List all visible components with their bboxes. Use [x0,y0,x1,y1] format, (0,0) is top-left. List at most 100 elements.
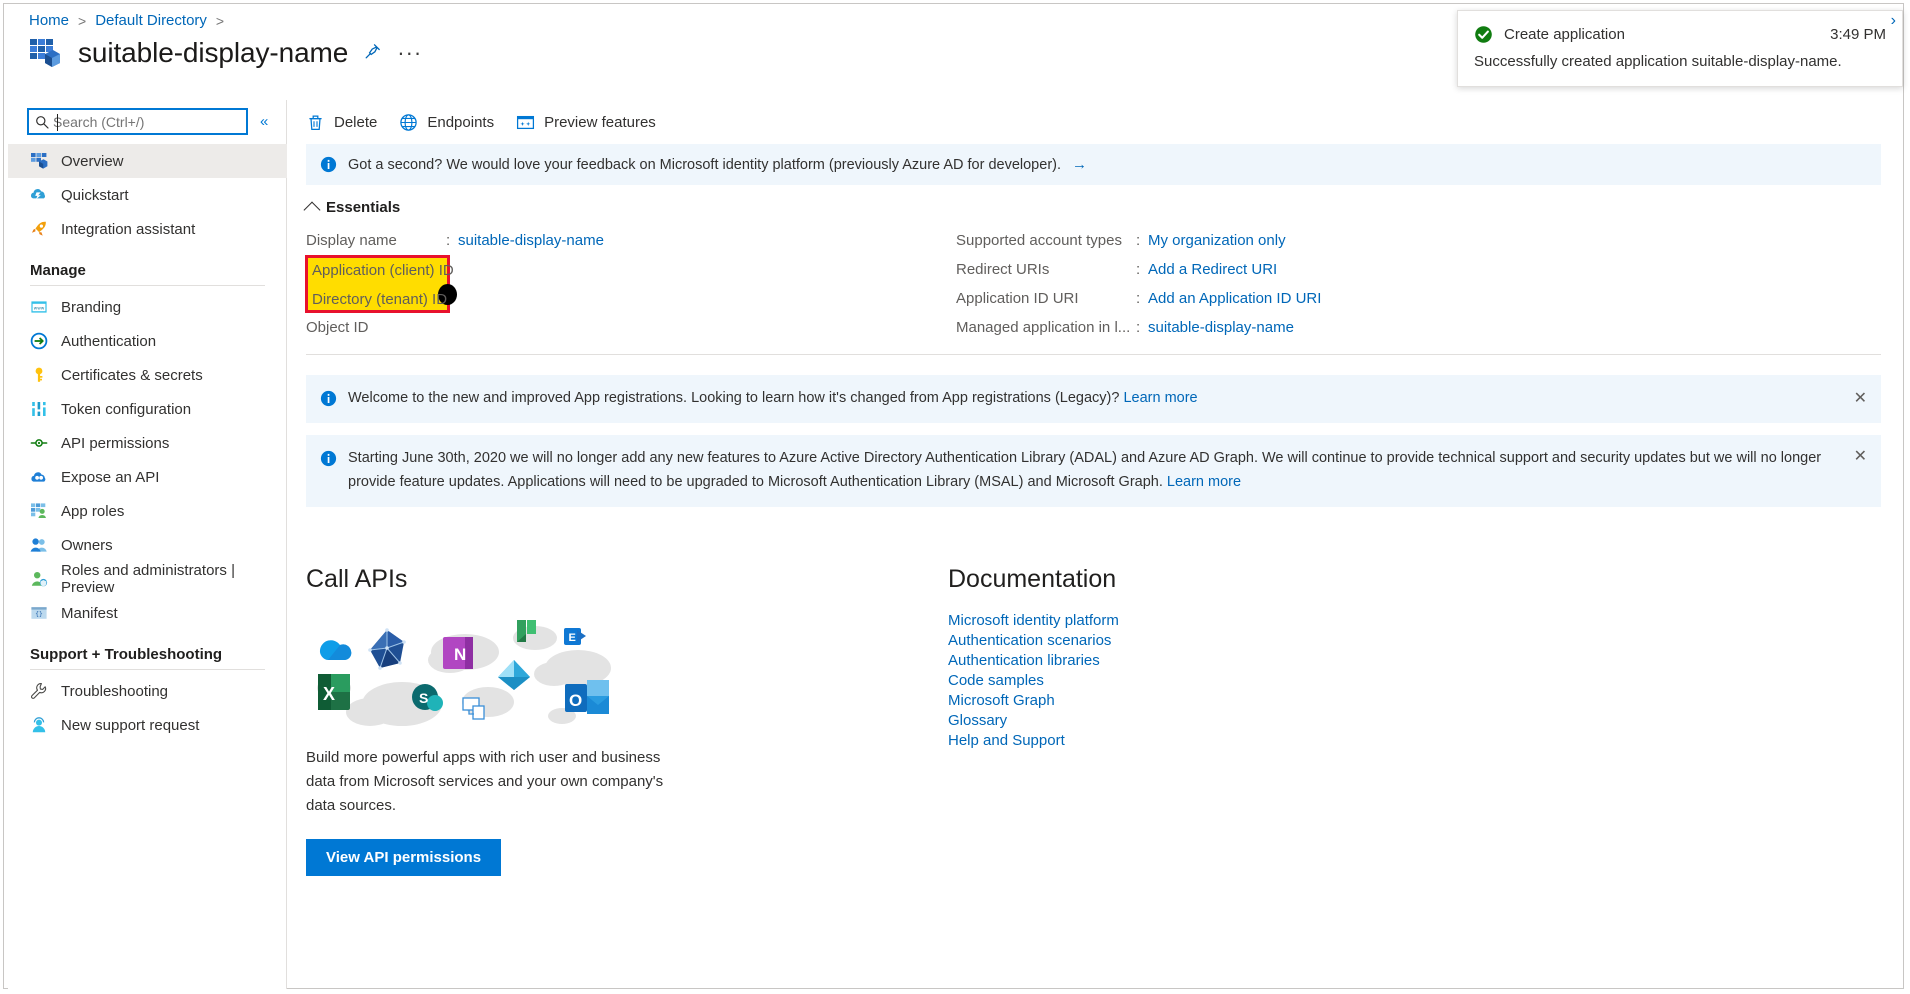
svg-text:S: S [419,690,428,706]
essentials-colon: : [1136,290,1141,307]
adal-deprecation-banner: Starting June 30th, 2020 we will no long… [306,434,1881,507]
feedback-banner: Got a second? We would love your feedbac… [306,144,1881,185]
info-icon [320,450,337,467]
overview-icon [30,152,48,170]
doc-link-authentication-scenarios[interactable]: Authentication scenarios [948,632,1111,649]
toast-header: Create application 3:49 PM [1474,25,1886,44]
essentials-value-display-name[interactable]: suitable-display-name [458,232,604,249]
banner-learn-more-link[interactable]: Learn more [1167,474,1241,490]
roles-admins-icon [30,570,48,588]
essentials-panel: Display name : suitable-display-name Obj… [305,226,1881,355]
call-apis-description: Build more powerful apps with rich user … [306,748,664,815]
doc-link-microsoft-graph[interactable]: Microsoft Graph [948,692,1055,709]
command-label: Endpoints [427,113,495,131]
essentials-value-supported-account-types[interactable]: My organization only [1148,232,1286,249]
essentials-value-managed-application[interactable]: suitable-display-name [1148,319,1294,336]
doc-link-glossary[interactable]: Glossary [948,712,1007,729]
doc-link-help-and-support[interactable]: Help and Support [948,732,1065,749]
sidebar-item-quickstart[interactable]: Quickstart [8,178,287,212]
doc-link-code-samples[interactable]: Code samples [948,672,1044,689]
chevron-up-icon [303,201,321,218]
sidebar-item-integration-assistant[interactable]: Integration assistant [8,212,287,246]
feedback-text: Got a second? We would love your feedbac… [348,156,1061,173]
sidebar-item-token-configuration[interactable]: Token configuration [8,392,287,426]
essentials-row-supported-account-types: Supported account types : My organizatio… [956,226,1616,255]
sidebar-item-label: Token configuration [61,400,192,418]
sidebar-item-label: API permissions [61,434,170,452]
essentials-label: Object ID [306,319,369,336]
breadcrumb-item-home[interactable]: Home [29,12,69,29]
search-input[interactable] [53,113,233,130]
breadcrumb-separator-icon: > [215,12,225,29]
essentials-toggle[interactable]: Essentials [303,199,400,218]
sidebar-item-label: Owners [61,536,113,554]
sidebar-item-new-support-request[interactable]: New support request [8,708,287,742]
preview-features-button[interactable]: Preview features [516,113,656,132]
svg-text:N: N [454,645,466,664]
wrench-icon [30,682,48,700]
breadcrumb: Home > Default Directory > [29,12,224,29]
api-permissions-icon [30,434,48,452]
sidebar-item-manifest[interactable]: {} Manifest [8,596,287,630]
authentication-icon [30,332,48,350]
text-caret [57,114,58,131]
essentials-label-application-client-id: Application (client) ID [312,262,454,279]
sidebar-item-app-roles[interactable]: App roles [8,494,287,528]
collapse-sidebar-icon[interactable]: « [260,114,268,129]
sidebar-item-authentication[interactable]: Authentication [8,324,287,358]
sidebar-item-troubleshooting[interactable]: Troubleshooting [8,674,287,708]
essentials-colon: : [446,232,451,249]
app-registration-icon [28,36,62,70]
sidebar-item-label: Certificates & secrets [61,366,203,384]
svg-text:{}: {} [35,611,43,618]
sidebar-item-label: Branding [61,298,122,316]
close-icon[interactable]: ✕ [1854,448,1867,465]
essentials-label: Supported account types [956,232,1122,249]
sidebar-item-api-permissions[interactable]: API permissions [8,426,287,460]
trash-icon [306,113,325,132]
divider [30,669,265,670]
endpoints-button[interactable]: Endpoints [399,113,494,132]
more-actions-icon[interactable]: ··· [397,42,422,64]
portal-frame: Home > Default Directory > suitable-disp… [3,3,1904,989]
sidebar-item-certificates-secrets[interactable]: Certificates & secrets [8,358,287,392]
notification-toast: › Create application 3:49 PM Successfull… [1457,10,1903,87]
doc-link-microsoft-identity-platform[interactable]: Microsoft identity platform [948,612,1119,629]
pin-icon[interactable] [364,43,381,64]
branding-icon: www [30,298,48,316]
documentation-heading: Documentation [948,564,1117,593]
delete-button[interactable]: Delete [306,113,377,132]
svg-text:O: O [569,691,582,710]
sidebar: « Overview [8,100,287,989]
documentation-panel: Documentation Microsoft identity platfor… [948,565,1119,876]
close-icon[interactable]: › [1891,13,1896,29]
sidebar-item-label: Overview [61,152,124,170]
essentials-label: Managed application in l... [956,319,1131,336]
key-icon [30,366,48,384]
sidebar-item-expose-an-api[interactable]: Expose an API [8,460,287,494]
sidebar-item-label: Manifest [61,604,118,622]
search-input-wrapper[interactable] [27,108,248,135]
doc-link-authentication-libraries[interactable]: Authentication libraries [948,652,1100,669]
page-header: suitable-display-name ··· [28,36,422,70]
sidebar-nav: Overview Quickstart Integration assistan… [8,144,287,742]
sidebar-item-owners[interactable]: Owners [8,528,287,562]
sidebar-item-label: Roles and administrators | Preview [61,562,235,596]
feedback-arrow-icon[interactable]: → [1072,156,1087,173]
sidebar-item-roles-and-administrators[interactable]: Roles and administrators | Preview [8,562,287,596]
sidebar-item-label: Integration assistant [61,220,196,238]
banner-learn-more-link[interactable]: Learn more [1123,390,1197,406]
close-icon[interactable]: ✕ [1854,390,1867,407]
sidebar-item-label: Troubleshooting [61,682,169,700]
breadcrumb-item-default-directory[interactable]: Default Directory [95,12,207,29]
sidebar-item-branding[interactable]: www Branding [8,290,287,324]
call-apis-panel: Call APIs N E X S O Build more powerful … [306,565,946,876]
app-registrations-welcome-banner: Welcome to the new and improved App regi… [306,375,1881,423]
sidebar-group-title-manage: Manage [30,262,86,279]
essentials-value-redirect-uris[interactable]: Add a Redirect URI [1148,261,1277,278]
sidebar-item-overview[interactable]: Overview [8,144,287,178]
view-api-permissions-button[interactable]: View API permissions [306,838,502,876]
documentation-links: Microsoft identity platform Authenticati… [948,612,1119,749]
essentials-value-application-id-uri[interactable]: Add an Application ID URI [1148,290,1321,307]
toast-title: Create application [1504,26,1625,43]
